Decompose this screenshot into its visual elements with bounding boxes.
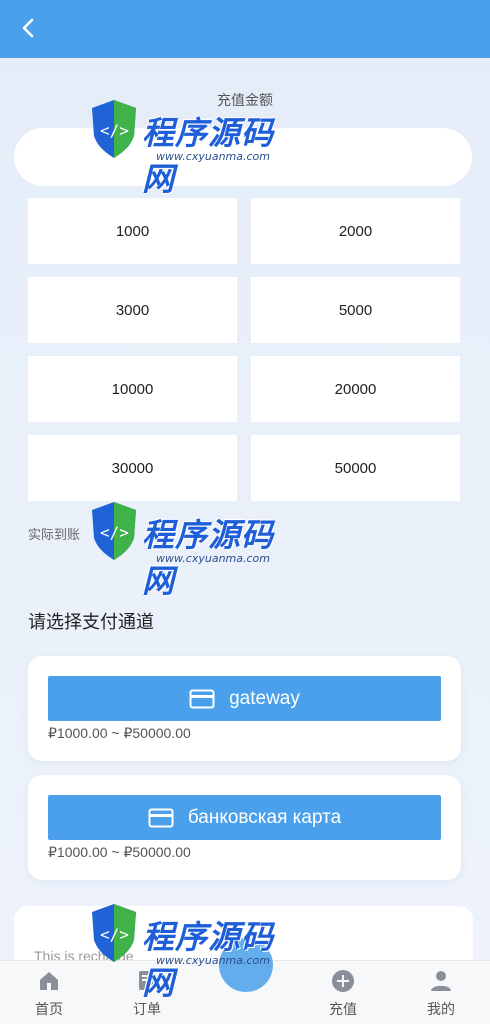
order-icon <box>135 969 159 993</box>
actual-amount-label: 实际到账 <box>28 527 81 542</box>
nav-label: 首页 <box>35 1001 63 1017</box>
back-button[interactable] <box>14 14 42 42</box>
plus-circle-icon <box>331 969 355 993</box>
amount-label: 充值金额 <box>217 92 273 108</box>
amount-option-30000[interactable]: 30000 <box>28 435 237 501</box>
amount-grid: 1000 2000 3000 5000 10000 20000 30000 50… <box>28 198 461 501</box>
channel-card-gateway: gateway ₽1000.00 ~ ₽50000.00 <box>28 656 461 761</box>
channel-title: 请选择支付通道 <box>28 612 154 632</box>
amount-option-10000[interactable]: 10000 <box>28 356 237 422</box>
chevron-left-icon <box>22 18 34 38</box>
nav-center-bubble[interactable] <box>219 938 273 992</box>
amount-input[interactable] <box>14 128 472 186</box>
amount-option-1000[interactable]: 1000 <box>28 198 237 264</box>
top-bar <box>0 0 490 58</box>
amount-option-5000[interactable]: 5000 <box>251 277 460 343</box>
credit-card-icon <box>189 689 215 709</box>
channel-label: gateway <box>229 687 300 709</box>
user-icon <box>429 969 453 993</box>
amount-option-20000[interactable]: 20000 <box>251 356 460 422</box>
channel-range: ₽1000.00 ~ ₽50000.00 <box>48 725 191 741</box>
channel-card-bank: банковская карта ₽1000.00 ~ ₽50000.00 <box>28 775 461 880</box>
nav-label: 充值 <box>329 1001 357 1017</box>
amount-input-wrap <box>14 128 472 186</box>
nav-item-home[interactable]: 首页 <box>0 961 98 1024</box>
channel-button-bank[interactable]: банковская карта <box>48 795 441 840</box>
watermark-brand: 程序源码网 <box>142 516 275 600</box>
nav-label: 我的 <box>427 1001 455 1017</box>
channel-button-gateway[interactable]: gateway <box>48 676 441 721</box>
credit-card-icon <box>148 808 174 828</box>
channel-label: банковская карта <box>187 806 342 828</box>
amount-option-3000[interactable]: 3000 <box>28 277 237 343</box>
watermark: </> 程序源码网 www.cxyuanma.com <box>86 498 296 600</box>
nav-item-orders[interactable]: 订单 <box>98 961 196 1024</box>
watermark-url: www.cxyuanma.com <box>156 552 270 565</box>
nav-label: 订单 <box>133 1001 161 1017</box>
shield-logo-icon: </> <box>92 502 136 560</box>
nav-item-recharge[interactable]: 充值 <box>294 961 392 1024</box>
channel-range: ₽1000.00 ~ ₽50000.00 <box>48 844 191 860</box>
nav-item-profile[interactable]: 我的 <box>392 961 490 1024</box>
amount-option-2000[interactable]: 2000 <box>251 198 460 264</box>
home-icon <box>37 969 61 993</box>
amount-option-50000[interactable]: 50000 <box>251 435 460 501</box>
svg-text:</>: </> <box>100 523 129 542</box>
